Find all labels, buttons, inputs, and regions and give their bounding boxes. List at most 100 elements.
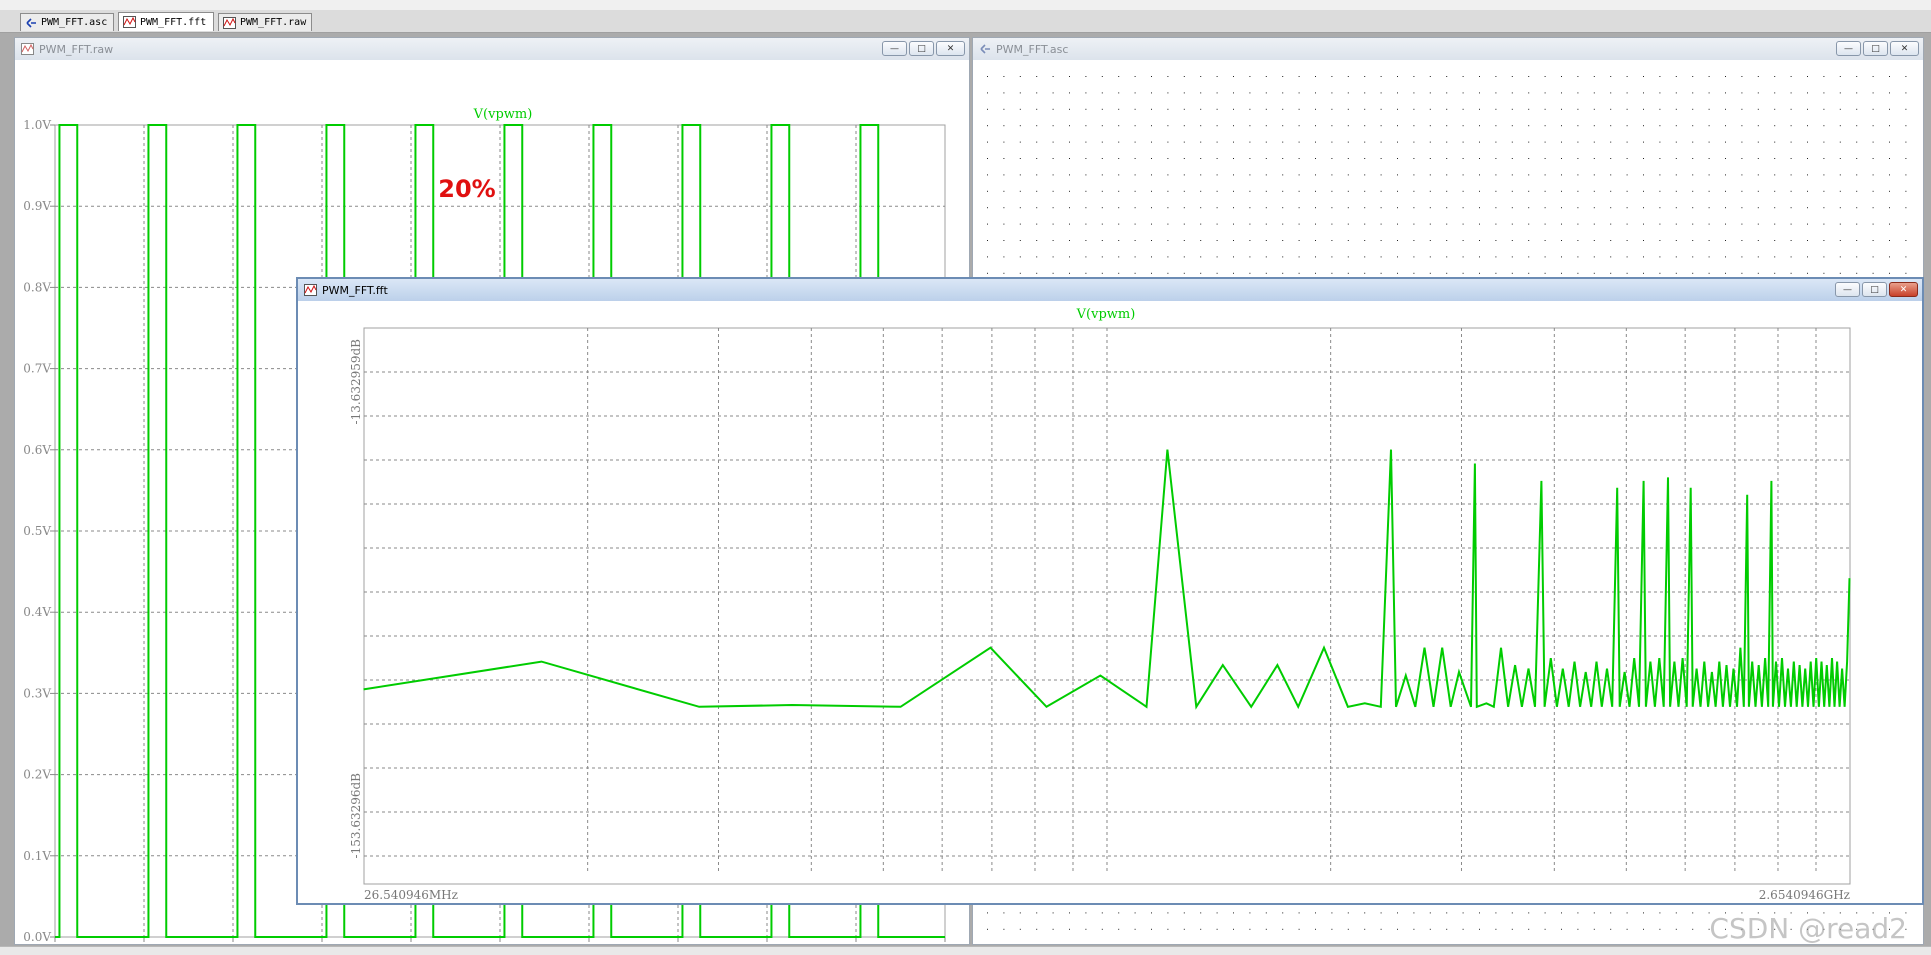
grid-dot [1101, 190, 1103, 192]
grid-dot [1823, 256, 1825, 258]
trace-label[interactable]: V(vpwm) [1076, 307, 1136, 322]
grid-dot [1774, 141, 1776, 143]
grid-dot [1134, 240, 1136, 241]
grid-dot [1511, 912, 1513, 914]
waveform-icon [304, 284, 317, 296]
grid-dot [1282, 108, 1284, 110]
grid-dot [1413, 912, 1415, 914]
grid-dot [1659, 912, 1661, 914]
grid-dot [1659, 108, 1661, 110]
window-fft[interactable]: PWM_FFT.fft — □ ✕ V(vpwm) -13.632959dB -… [296, 277, 1924, 905]
grid-dot [1069, 141, 1070, 143]
waveform-icon [21, 43, 34, 55]
grid-dot [1495, 76, 1497, 77]
grid-dot [1577, 76, 1579, 77]
grid-dot [1807, 92, 1808, 94]
grid-dot [1872, 207, 1874, 209]
grid-dot [1544, 76, 1546, 77]
grid-dot [1134, 928, 1136, 930]
grid-dot [1446, 92, 1448, 94]
grid-dot [1085, 912, 1087, 914]
grid-dot [1331, 108, 1333, 110]
grid-dot [1577, 912, 1579, 914]
restore-button[interactable]: □ [1863, 41, 1888, 56]
grid-dot [1331, 928, 1333, 930]
grid-dot [1626, 108, 1628, 110]
grid-dot [1708, 207, 1710, 209]
grid-dot [1757, 141, 1759, 143]
restore-button[interactable]: □ [1862, 282, 1887, 297]
window-titlebar[interactable]: PWM_FFT.asc — □ ✕ [973, 38, 1923, 60]
grid-dot [1479, 190, 1480, 192]
grid-dot [1298, 125, 1300, 127]
grid-dot [1807, 158, 1808, 159]
grid-dot [1774, 272, 1776, 274]
grid-dot [1446, 174, 1448, 176]
grid-dot [1151, 190, 1152, 192]
grid-dot [1643, 76, 1644, 77]
tab-pwm-fft-raw[interactable]: PWM_FFT.raw [218, 13, 312, 31]
grid-dot [1134, 158, 1136, 159]
grid-dot [1725, 92, 1726, 94]
tab-pwm-fft-fft[interactable]: PWM_FFT.fft [118, 12, 214, 31]
grid-dot [1413, 207, 1415, 209]
grid-dot [1249, 240, 1251, 241]
grid-dot [1183, 125, 1185, 127]
grid-dot [1495, 256, 1497, 258]
grid-dot [1774, 190, 1776, 192]
grid-dot [1807, 256, 1808, 258]
close-button[interactable]: ✕ [936, 41, 965, 56]
grid-dot [1134, 92, 1136, 94]
x-tick-label: 0ns [44, 943, 66, 944]
grid-dot [1036, 912, 1038, 914]
grid-dot [1315, 207, 1316, 209]
grid-dot [1807, 190, 1808, 192]
grid-dot [1643, 174, 1644, 176]
minimize-button[interactable]: — [1836, 41, 1861, 56]
fft-plot[interactable]: V(vpwm) -13.632959dB -153.63296dB 26.540… [298, 301, 1922, 903]
minimize-button[interactable]: — [1835, 282, 1860, 297]
grid-dot [1167, 76, 1169, 77]
grid-dot [1151, 240, 1152, 241]
grid-dot [1265, 256, 1267, 258]
minimize-button[interactable]: — [882, 41, 907, 56]
grid-dot [1380, 108, 1382, 110]
grid-dot [1380, 223, 1382, 225]
grid-dot [1905, 125, 1907, 127]
tab-pwm-fft-asc[interactable]: PWM_FFT.asc [20, 13, 114, 31]
grid-dot [1036, 108, 1038, 110]
close-button[interactable]: ✕ [1889, 282, 1918, 297]
grid-dot [1692, 125, 1694, 127]
grid-dot [1413, 76, 1415, 77]
window-titlebar[interactable]: PWM_FFT.fft — □ ✕ [298, 279, 1922, 301]
y-tick-label: 0.2V [23, 768, 51, 782]
grid-dot [1036, 223, 1038, 225]
grid-dot [1118, 912, 1120, 914]
grid-dot [1085, 108, 1087, 110]
grid-dot [1003, 928, 1005, 930]
grid-dot [1413, 141, 1415, 143]
grid-dot [1495, 912, 1497, 914]
grid-dot [1085, 174, 1087, 176]
grid-dot [1429, 272, 1431, 274]
grid-dot [1708, 190, 1710, 192]
trace-label[interactable]: V(vpwm) [473, 107, 533, 122]
grid-dot [1069, 256, 1070, 258]
grid-dot [1675, 928, 1677, 930]
tab-label: PWM_FFT.fft [140, 16, 207, 28]
window-titlebar[interactable]: PWM_FFT.raw — □ ✕ [15, 38, 969, 60]
grid-dot [1003, 174, 1005, 176]
grid-dot [1774, 108, 1776, 110]
grid-dot [1364, 174, 1366, 176]
grid-dot [1167, 108, 1169, 110]
grid-dot [1561, 240, 1562, 241]
grid-dot [1462, 272, 1464, 274]
grid-dot [1429, 207, 1431, 209]
grid-dot [1708, 272, 1710, 274]
grid-dot [1528, 174, 1530, 176]
grid-dot [1134, 190, 1136, 192]
close-button[interactable]: ✕ [1890, 41, 1919, 56]
grid-dot [1479, 108, 1480, 110]
grid-dot [1429, 76, 1431, 77]
restore-button[interactable]: □ [909, 41, 934, 56]
